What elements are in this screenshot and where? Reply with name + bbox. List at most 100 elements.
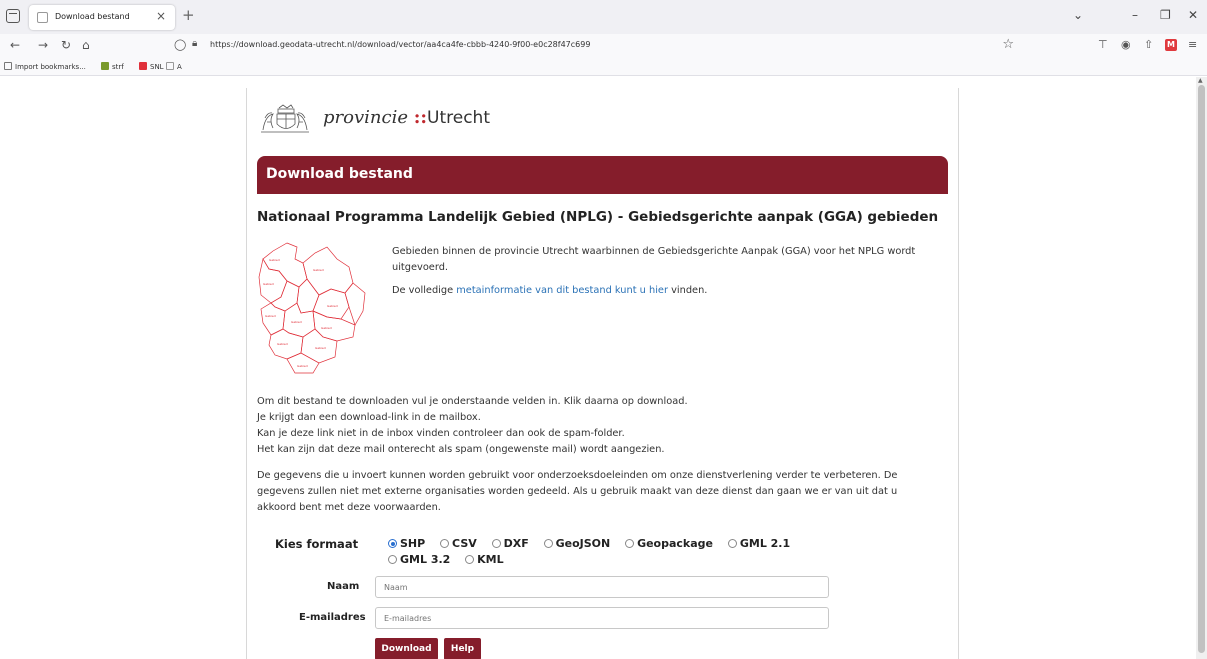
privacy-notice: De gegevens die u invoert kunnen worden …: [257, 470, 898, 513]
instruction-line: Om dit bestand te downloaden vul je onde…: [257, 396, 688, 407]
back-icon[interactable]: ←: [10, 38, 20, 52]
account-icon[interactable]: ◉: [1121, 38, 1131, 51]
bookmark-label: SNL: [150, 63, 164, 71]
name-field[interactable]: [375, 576, 829, 598]
radio-icon[interactable]: [625, 539, 635, 548]
bookmark-label: Import bookmarks...: [15, 63, 86, 71]
svg-text:Gebied: Gebied: [291, 320, 302, 324]
minimize-icon[interactable]: –: [1132, 8, 1138, 22]
page-viewport: provincie ::Utrecht Download bestand Nat…: [0, 77, 1196, 659]
metadata-prefix: De volledige: [392, 285, 454, 296]
email-label: E-mailadres: [299, 612, 366, 623]
forward-icon[interactable]: →: [38, 38, 48, 52]
tab-title: Download bestand: [55, 12, 130, 21]
format-option-label: SHP: [400, 537, 426, 550]
email-field[interactable]: [375, 607, 829, 629]
url-text[interactable]: https://download.geodata-utrecht.nl/down…: [210, 40, 590, 49]
radio-icon[interactable]: [388, 555, 397, 564]
navigation-bar: ← → ↻ ⌂ ◯ 🔒︎ https://download.geodata-ut…: [0, 34, 1207, 58]
format-option-dxf[interactable]: DXF: [491, 536, 529, 552]
wordmark-provincie: provincie: [323, 107, 408, 128]
radio-icon[interactable]: [727, 539, 737, 548]
tab-close-icon[interactable]: ×: [156, 9, 166, 23]
svg-text:Gebied: Gebied: [265, 314, 276, 318]
page-banner: Download bestand: [257, 156, 948, 194]
svg-text:Gebied: Gebied: [297, 364, 308, 368]
close-window-icon[interactable]: ✕: [1188, 8, 1198, 22]
menu-icon[interactable]: ≡: [1188, 38, 1197, 51]
bookmark-a[interactable]: A: [166, 62, 182, 71]
snl-icon: [139, 62, 147, 70]
format-label: Kies formaat: [275, 537, 359, 551]
reader-icon[interactable]: ⊤: [1098, 38, 1108, 51]
scrollbar-thumb[interactable]: [1198, 85, 1205, 653]
bookmark-label: A: [177, 63, 182, 71]
bookmark-label: strf: [112, 63, 124, 71]
tracking-shield-icon[interactable]: ◯: [174, 38, 186, 51]
reload-icon[interactable]: ↻: [61, 38, 71, 52]
svg-text:Gebied: Gebied: [315, 346, 326, 350]
instruction-line: Het kan zijn dat deze mail onterecht als…: [257, 444, 665, 455]
scroll-up-icon[interactable]: ▲: [1198, 77, 1203, 84]
instruction-line: Kan je deze link niet in de inbox vinden…: [257, 428, 625, 439]
metadata-line: De volledige metainformatie van dit best…: [392, 283, 952, 299]
radio-icon[interactable]: [440, 539, 450, 548]
radio-icon[interactable]: [491, 539, 501, 548]
format-option-gml32[interactable]: GML 3.2: [388, 552, 450, 568]
lock-icon[interactable]: 🔒︎: [192, 38, 197, 49]
banner-title: Download bestand: [266, 166, 413, 182]
radio-checked-icon[interactable]: [388, 539, 397, 548]
instruction-line: Je krijgt dan een download-link in de ma…: [257, 412, 481, 423]
restore-icon[interactable]: ❐: [1160, 8, 1171, 22]
format-option-label: GML 2.1: [739, 537, 791, 550]
svg-text:Gebied: Gebied: [313, 268, 324, 272]
format-option-shp[interactable]: SHP: [388, 536, 425, 552]
name-label: Naam: [327, 581, 360, 592]
format-option-label: DXF: [503, 537, 529, 550]
tab-bar: Download bestand × + ⌄ – ❐ ✕: [0, 0, 1207, 34]
content-panel: provincie ::Utrecht Download bestand Nat…: [246, 88, 959, 659]
list-all-tabs-icon[interactable]: ⌄: [1073, 8, 1083, 22]
format-option-csv[interactable]: CSV: [440, 536, 477, 552]
format-option-geojson[interactable]: GeoJSON: [543, 536, 611, 552]
svg-text:Gebied: Gebied: [263, 282, 274, 286]
dataset-map-thumbnail: Gebied Gebied Gebied Gebied Gebied Gebie…: [258, 242, 366, 374]
download-button[interactable]: Download: [375, 638, 438, 659]
strf-icon: [101, 62, 109, 70]
format-option-kml[interactable]: KML: [465, 552, 504, 568]
home-icon[interactable]: ⌂: [82, 38, 90, 52]
tab-active[interactable]: Download bestand ×: [29, 5, 175, 30]
page-scrollbar[interactable]: ▲: [1196, 77, 1207, 659]
extensions-icon[interactable]: ⇧: [1144, 38, 1153, 51]
radio-icon[interactable]: [543, 539, 553, 548]
wordmark-utrecht: Utrecht: [427, 108, 490, 128]
format-option-label: GML 3.2: [400, 553, 451, 566]
bookmark-snl[interactable]: SNL: [139, 62, 164, 71]
province-wordmark: provincie ::Utrecht: [323, 107, 490, 128]
format-option-label: GeoJSON: [555, 537, 611, 550]
url-bar[interactable]: ◯ 🔒︎ https://download.geodata-utrecht.nl…: [170, 36, 1020, 56]
svg-text:Gebied: Gebied: [269, 258, 280, 262]
format-option-gml21[interactable]: GML 2.1: [727, 536, 791, 552]
format-option-geopackage[interactable]: Geopackage: [625, 536, 713, 552]
format-option-label: KML: [477, 553, 504, 566]
bookmark-import[interactable]: Import bookmarks...: [4, 62, 86, 71]
metadata-link[interactable]: metainformatie van dit bestand kunt u hi…: [456, 285, 668, 296]
coat-of-arms-icon: [261, 104, 309, 133]
svg-text:Gebied: Gebied: [277, 342, 288, 346]
new-tab-icon[interactable]: +: [182, 6, 195, 24]
page-icon: [166, 62, 174, 70]
radio-icon[interactable]: [465, 555, 475, 564]
bookmark-strf[interactable]: strf: [101, 62, 124, 71]
import-icon: [4, 62, 12, 70]
format-option-label: CSV: [452, 537, 477, 550]
bookmark-star-icon[interactable]: ☆: [1002, 37, 1014, 52]
help-button[interactable]: Help: [444, 638, 481, 659]
format-radio-group: SHP CSV DXF GeoJSON Geopackage GML 2.1 G…: [388, 536, 848, 568]
bookmarks-toolbar: Import bookmarks... strf SNL A: [0, 58, 1207, 76]
addon-icon[interactable]: M: [1165, 39, 1177, 51]
description-text: Gebieden binnen de provincie Utrecht waa…: [392, 246, 916, 273]
tab-list-icon[interactable]: [6, 9, 20, 23]
svg-text:Gebied: Gebied: [321, 326, 332, 330]
wordmark-dots: ::: [413, 107, 428, 128]
